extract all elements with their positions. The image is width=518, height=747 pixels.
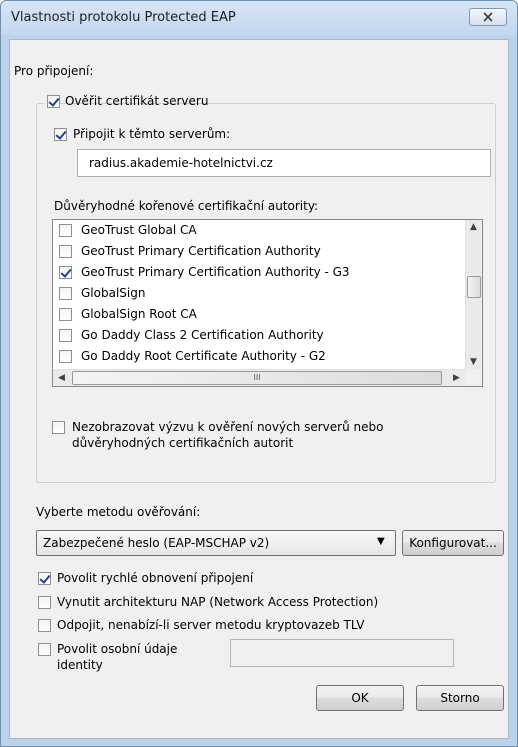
trusted-ca-label: Důvěryhodné kořenové certifikační autori…	[54, 199, 319, 213]
scroll-corner	[465, 369, 482, 386]
nap-label: Vynutit architekturu NAP (Network Access…	[57, 595, 379, 609]
identity-privacy-label-line2: identity	[57, 658, 103, 672]
fast-reconnect-label: Povolit rychlé obnovení připojení	[57, 571, 254, 585]
ca-checkbox[interactable]	[59, 266, 72, 279]
ok-button[interactable]: OK	[316, 685, 404, 711]
ca-label: GeoTrust Global CA	[81, 223, 197, 237]
disconnect-tlv-checkbox[interactable]	[38, 619, 51, 632]
ca-label: Go Daddy Class 2 Certification Authority	[81, 328, 324, 342]
auth-method-select[interactable]: Zabezpečené heslo (EAP-MSCHAP v2) ▼	[36, 530, 396, 556]
server-input[interactable]: radius.akademie-hotelnictvi.cz	[77, 149, 491, 177]
verify-cert-checkbox[interactable]	[47, 95, 60, 108]
ca-label: GlobalSign	[81, 286, 146, 300]
ca-label: GeoTrust Primary Certification Authority	[81, 244, 321, 258]
auth-method-label: Vyberte metodu ověřování:	[36, 505, 201, 519]
no-prompt-label-line2: důvěryhodných certifikačních autorit	[72, 436, 294, 450]
vertical-scrollbar[interactable]: ▲ ▼	[465, 220, 482, 370]
no-prompt-checkbox[interactable]	[52, 421, 65, 434]
horizontal-scroll-thumb[interactable]: III	[72, 371, 442, 385]
identity-privacy-label-line1: Povolit osobní údaje	[57, 642, 178, 656]
ca-checkbox[interactable]	[59, 245, 72, 258]
verify-cert-label: Ověřit certifikát serveru	[65, 94, 209, 108]
ca-checkbox[interactable]	[59, 329, 72, 342]
nap-checkbox[interactable]	[38, 596, 51, 609]
cancel-button[interactable]: Storno	[416, 685, 504, 711]
auth-method-value: Zabezpečené heslo (EAP-MSCHAP v2)	[43, 536, 270, 550]
no-prompt-label-line1: Nezobrazovat výzvu k ověření nových serv…	[72, 420, 384, 434]
ca-label: GeoTrust Primary Certification Authority…	[81, 265, 350, 279]
dialog-content: Pro připojení: Ověřit certifikát serveru…	[9, 39, 509, 739]
window-title: Vlastnosti protokolu Protected EAP	[11, 10, 236, 25]
chevron-down-icon: ▼	[377, 536, 385, 547]
connect-servers-checkbox[interactable]	[54, 128, 67, 141]
ca-list[interactable]: GeoTrust Global CA GeoTrust Primary Cert…	[52, 219, 483, 387]
ca-checkbox[interactable]	[59, 350, 72, 363]
close-button[interactable]	[469, 8, 507, 26]
ca-label: Go Daddy Root Certificate Authority - G2	[81, 349, 326, 363]
identity-input[interactable]	[230, 639, 454, 667]
title-bar[interactable]: Vlastnosti protokolu Protected EAP	[1, 1, 517, 35]
connect-servers-label: Připojit k těmto serverům:	[73, 127, 231, 141]
scroll-down-icon[interactable]: ▼	[470, 357, 477, 367]
ca-checkbox[interactable]	[59, 224, 72, 237]
vertical-scroll-thumb[interactable]	[467, 276, 481, 298]
ca-checkbox[interactable]	[59, 308, 72, 321]
horizontal-scrollbar[interactable]: ◀ III ▶	[53, 369, 467, 386]
server-input-value: radius.akademie-hotelnictvi.cz	[89, 156, 273, 170]
connection-heading: Pro připojení:	[14, 64, 94, 78]
scroll-right-icon[interactable]: ▶	[453, 373, 460, 383]
disconnect-tlv-label: Odpojit, nenabízí-li server metodu krypt…	[57, 618, 365, 632]
scroll-left-icon[interactable]: ◀	[58, 373, 65, 383]
fast-reconnect-checkbox[interactable]	[38, 572, 51, 585]
dialog-window: Vlastnosti protokolu Protected EAP Pro p…	[0, 0, 518, 747]
ca-label: GlobalSign Root CA	[81, 307, 197, 321]
scroll-up-icon[interactable]: ▲	[470, 222, 477, 232]
close-icon	[483, 12, 493, 22]
verify-cert-header: Ověřit certifikát serveru	[44, 93, 208, 111]
configure-button[interactable]: Konfigurovat...	[402, 530, 504, 556]
identity-privacy-checkbox[interactable]	[38, 643, 51, 656]
ca-checkbox[interactable]	[59, 287, 72, 300]
